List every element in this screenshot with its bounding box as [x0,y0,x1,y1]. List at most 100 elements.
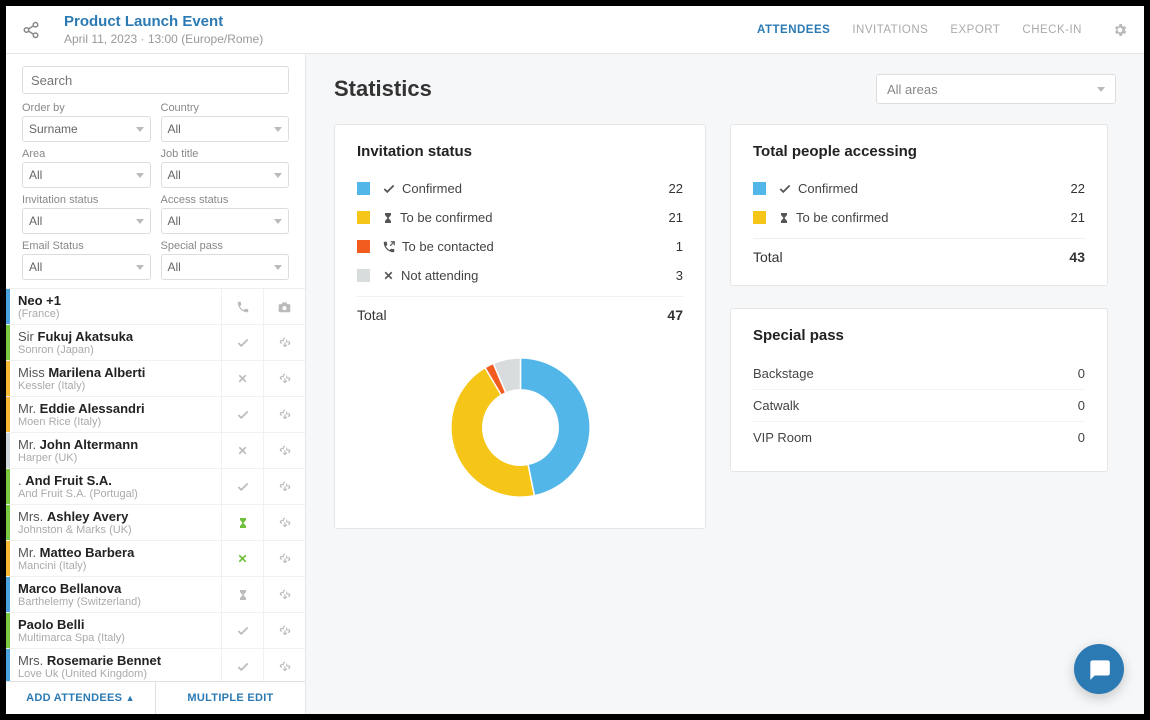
card-title: Total people accessing [753,143,1085,160]
sp-label: Backstage [753,366,814,381]
gear-icon[interactable] [1112,22,1128,38]
check-icon[interactable] [221,613,263,648]
download-icon[interactable] [263,505,305,540]
attendee-row[interactable]: Sir Fukuj Akatsuka Sonron (Japan) [6,325,305,361]
swatch [753,182,766,195]
swatch [357,269,370,282]
page-title: Statistics [334,76,432,102]
filter-label-access_status: Access status [161,194,290,206]
filter-label-order_by: Order by [22,102,151,114]
filter-select-country[interactable]: All [161,116,290,142]
filter-label-invitation_status: Invitation status [22,194,151,206]
download-icon[interactable] [263,541,305,576]
attendee-name: Mrs. Ashley Avery [18,509,213,524]
top-nav: ATTENDEES INVITATIONS EXPORT CHECK-IN [757,22,1128,38]
attendee-row[interactable]: Mr. Eddie Alessandri Moen Rice (Italy) [6,397,305,433]
filter-select-special_pass[interactable]: All [161,254,290,280]
hourglass-icon[interactable] [221,577,263,612]
attendee-meta: Sonron (Japan) [18,344,213,356]
stat-row: Confirmed 22 [753,174,1085,203]
filter-select-order_by[interactable]: Surname [22,116,151,142]
filter-select-invitation_status[interactable]: All [22,208,151,234]
attendee-row[interactable]: Marco Bellanova Barthelemy (Switzerland) [6,577,305,613]
stat-value: 3 [676,268,683,283]
nav-export[interactable]: EXPORT [950,24,1000,36]
multiple-edit-button[interactable]: MULTIPLE EDIT [156,682,305,714]
main-content: Statistics All areas Invitation status C… [306,54,1144,714]
attendee-row[interactable]: Neo +1 (France) [6,289,305,325]
stat-label: Confirmed [402,181,462,196]
download-icon[interactable] [263,649,305,681]
x-icon [382,269,395,282]
check-icon[interactable] [221,649,263,681]
card-title: Special pass [753,327,1085,344]
attendee-list[interactable]: Neo +1 (France) Sir Fukuj Akatsuka Sonro… [6,288,305,681]
check-icon[interactable] [221,469,263,504]
download-icon[interactable] [263,325,305,360]
attendee-name: Miss Marilena Alberti [18,365,213,380]
hourglass-icon[interactable] [221,505,263,540]
attendee-row[interactable]: . And Fruit S.A. And Fruit S.A. (Portuga… [6,469,305,505]
download-icon[interactable] [263,469,305,504]
attendee-row[interactable]: Mr. John Altermann Harper (UK) [6,433,305,469]
attendee-meta: (France) [18,308,213,320]
special-pass-row: Backstage 0 [753,358,1085,390]
attendee-row[interactable]: Mr. Matteo Barbera Mancini (Italy) [6,541,305,577]
check-icon[interactable] [221,397,263,432]
attendee-meta: Johnston & Marks (UK) [18,524,213,536]
filter-select-job_title[interactable]: All [161,162,290,188]
donut-chart [448,355,593,500]
download-icon[interactable] [263,397,305,432]
nav-invitations[interactable]: INVITATIONS [852,24,928,36]
attendee-meta: Love Uk (United Kingdom) [18,668,213,680]
sp-label: Catwalk [753,398,799,413]
phone-icon[interactable] [221,289,263,324]
download-icon[interactable] [263,613,305,648]
attendee-meta: Moen Rice (Italy) [18,416,213,428]
stat-value: 22 [1071,181,1085,196]
attendee-meta: Multimarca Spa (Italy) [18,632,213,644]
invitation-status-card: Invitation status Confirmed 22 To be con… [334,124,706,529]
stat-value: 1 [676,239,683,254]
area-select[interactable]: All areas [876,74,1116,104]
stat-label: To be contacted [402,239,494,254]
search-input[interactable] [22,66,289,94]
download-icon[interactable] [263,433,305,468]
filter-select-access_status[interactable]: All [161,208,290,234]
x-icon[interactable] [221,541,263,576]
add-attendees-button[interactable]: ADD ATTENDEES ▲ [6,682,156,714]
attendee-row[interactable]: Miss Marilena Alberti Kessler (Italy) [6,361,305,397]
x-icon[interactable] [221,433,263,468]
attendee-name: Paolo Belli [18,617,213,632]
nav-attendees[interactable]: ATTENDEES [757,24,830,36]
attendee-name: Mr. John Altermann [18,437,213,452]
total-label: Total [357,307,387,323]
attendee-row[interactable]: Mrs. Rosemarie Bennet Love Uk (United Ki… [6,649,305,681]
attendee-meta: Kessler (Italy) [18,380,213,392]
download-icon[interactable] [263,577,305,612]
card-title: Invitation status [357,143,683,160]
check-icon[interactable] [221,325,263,360]
swatch [357,182,370,195]
filter-label-special_pass: Special pass [161,240,290,252]
download-icon[interactable] [263,361,305,396]
sp-value: 0 [1078,366,1085,381]
event-title[interactable]: Product Launch Event [64,13,757,30]
share-icon[interactable] [22,21,40,39]
x-icon[interactable] [221,361,263,396]
stat-value: 22 [669,181,683,196]
attendee-row[interactable]: Mrs. Ashley Avery Johnston & Marks (UK) [6,505,305,541]
attendee-name: . And Fruit S.A. [18,473,213,488]
total-value: 43 [1069,249,1085,265]
filter-select-area[interactable]: All [22,162,151,188]
filter-select-email_status[interactable]: All [22,254,151,280]
attendee-name: Marco Bellanova [18,581,213,596]
camera-icon[interactable] [263,289,305,324]
sp-value: 0 [1078,398,1085,413]
chat-bubble[interactable] [1074,644,1124,694]
attendee-row[interactable]: Paolo Belli Multimarca Spa (Italy) [6,613,305,649]
nav-checkin[interactable]: CHECK-IN [1022,24,1082,36]
special-pass-card: Special pass Backstage0Catwalk0VIP Room0 [730,308,1108,472]
stat-label: To be confirmed [796,210,889,225]
hourglass-icon [382,211,394,225]
